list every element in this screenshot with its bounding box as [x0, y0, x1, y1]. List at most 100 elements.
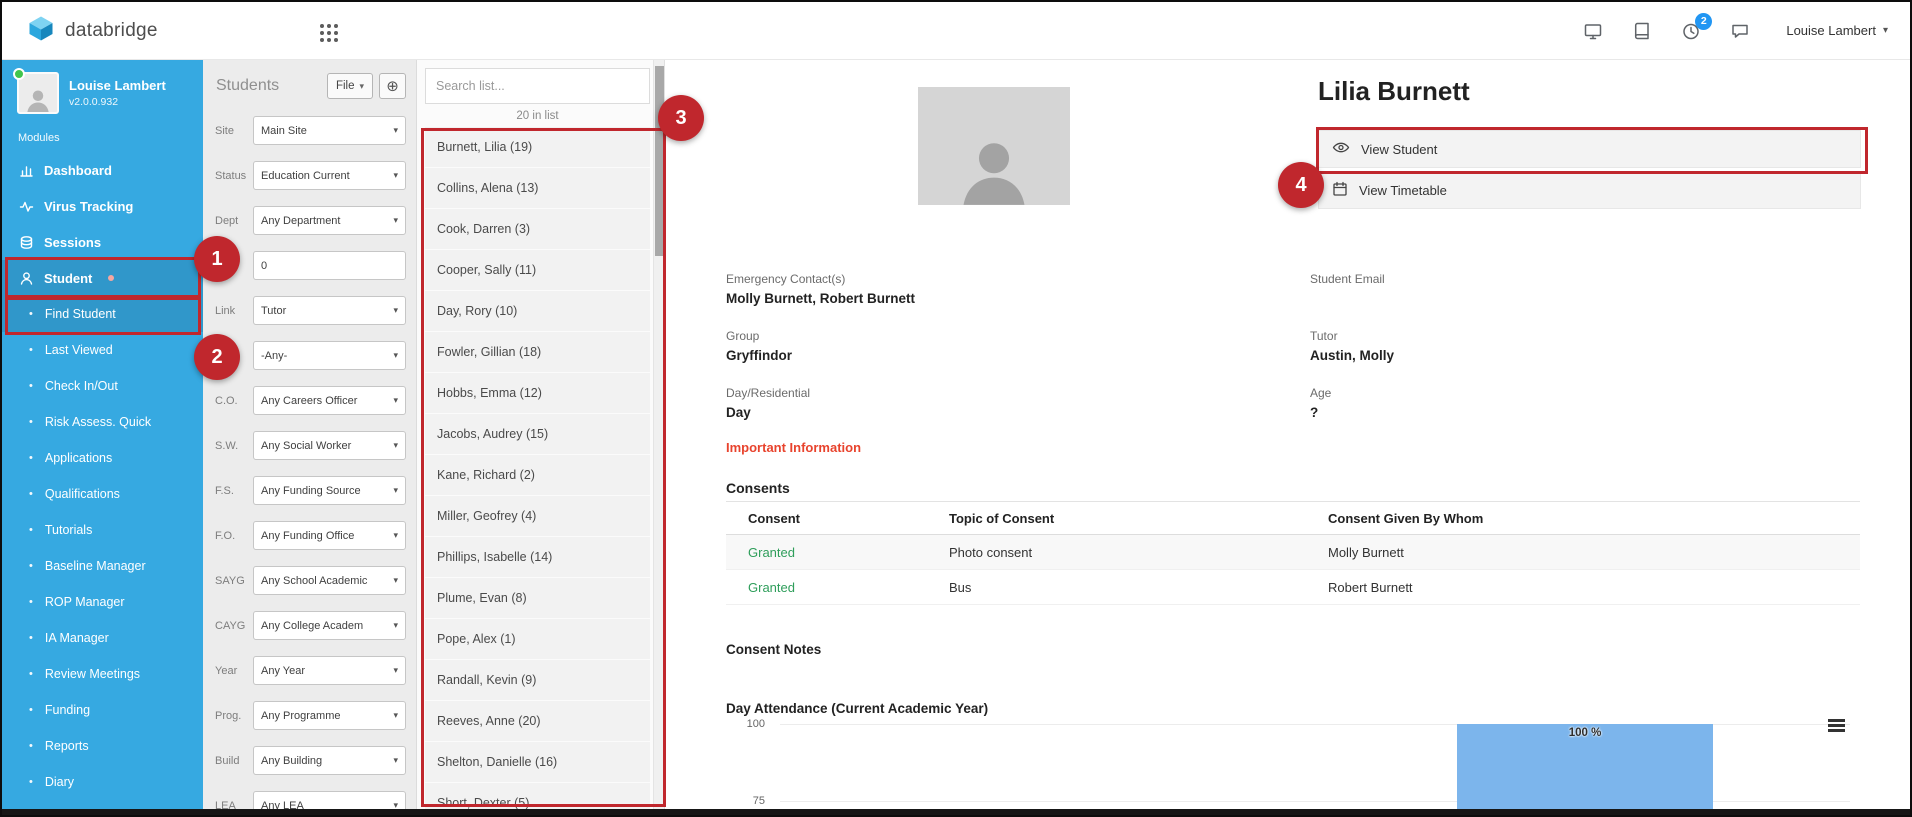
avatar[interactable] [17, 72, 59, 114]
filter-select[interactable]: Any Department ▾ [253, 206, 406, 235]
sidebar-subitem-label: Qualifications [44, 487, 120, 501]
filter-row: Build Any Building ▾ [213, 746, 406, 775]
filter-select[interactable]: -Any- ▾ [253, 341, 406, 370]
filter-label: Prog. [215, 709, 242, 722]
sidebar-subitem[interactable]: • Last Viewed [2, 332, 203, 368]
add-student-button[interactable]: ⊕ [379, 73, 406, 99]
sidebar-subitem[interactable]: • Qualifications [2, 476, 203, 512]
filter-select[interactable]: Main Site ▾ [253, 116, 406, 145]
filter-value: Any Careers Officer [261, 394, 358, 407]
student-list-item[interactable]: Collins, Alena (13) [425, 168, 650, 208]
sidebar-subitem-label: Tutorials [44, 523, 93, 537]
display-icon[interactable] [1582, 20, 1604, 42]
student-list-item[interactable]: Pope, Alex (1) [425, 619, 650, 659]
field-label: Tutor [1310, 329, 1338, 343]
filter-row: Dept Any Department ▾ [213, 206, 406, 235]
sidebar-item-sessions[interactable]: Sessions [2, 224, 203, 260]
avatar-wrap [13, 68, 59, 114]
student-list-item[interactable]: Phillips, Isabelle (14) [425, 537, 650, 577]
filter-select[interactable]: Education Current ▾ [253, 161, 406, 190]
filter-select[interactable]: Any College Academ ▾ [253, 611, 406, 640]
sidebar-subitem[interactable]: • Baseline Manager [2, 548, 203, 584]
file-menu-button[interactable]: File ▾ [326, 73, 373, 99]
filter-select[interactable]: Any Year ▾ [253, 656, 406, 685]
student-list-item[interactable]: Miller, Geofrey (4) [425, 496, 650, 536]
sidebar-item-virus-tracking[interactable]: Virus Tracking [2, 188, 203, 224]
student-list-item[interactable]: Shelton, Danielle (16) [425, 742, 650, 782]
filter-select[interactable]: Any Funding Office ▾ [253, 521, 406, 550]
student-list-item[interactable]: Day, Rory (10) [425, 291, 650, 331]
sidebar-subitem[interactable]: • Tutorials [2, 512, 203, 548]
sidebar-subitem[interactable]: • Diary [2, 764, 203, 800]
student-list-item[interactable]: Jacobs, Audrey (15) [425, 414, 650, 454]
view-timetable-button[interactable]: View Timetable [1318, 171, 1861, 209]
field-day-residential: Day/Residential Day [726, 386, 1310, 422]
sidebar-subitem[interactable]: • Risk Assess. Quick [2, 404, 203, 440]
filter-select[interactable]: Any Programme ▾ [253, 701, 406, 730]
filter-select[interactable]: Any Building ▾ [253, 746, 406, 775]
sidebar-submenu: • Find Student • Last Viewed • Check In/… [2, 296, 203, 800]
consents-table-header: Consent Topic of Consent Consent Given B… [726, 502, 1860, 535]
apps-grid-icon[interactable] [320, 24, 338, 42]
chat-icon[interactable] [1729, 20, 1751, 42]
search-input[interactable] [425, 68, 650, 104]
student-list-item[interactable]: Reeves, Anne (20) [425, 701, 650, 741]
history-clock-icon[interactable]: 2 [1680, 12, 1713, 42]
filter-select[interactable]: Any Funding Source ▾ [253, 476, 406, 505]
student-list-item[interactable]: Cook, Darren (3) [425, 209, 650, 249]
caret-down-icon: ▾ [393, 350, 398, 360]
view-student-button[interactable]: View Student [1318, 130, 1861, 168]
filter-select[interactable]: 0 ▾ [253, 251, 406, 280]
filter-value: -Any- [261, 349, 288, 362]
filter-value: Any Year [261, 664, 306, 677]
field-value: ? [1310, 405, 1319, 420]
user-menu[interactable]: Louise Lambert ▾ [1786, 23, 1888, 38]
bullet-icon: • [29, 416, 33, 428]
student-list-item[interactable]: Kane, Richard (2) [425, 455, 650, 495]
filter-select[interactable]: Any Social Worker ▾ [253, 431, 406, 460]
student-list-item[interactable]: Randall, Kevin (9) [425, 660, 650, 700]
filter-select[interactable]: Any School Academic ▾ [253, 566, 406, 595]
sidebar-subitem[interactable]: • ROP Manager [2, 584, 203, 620]
sidebar-item-student[interactable]: Student [2, 260, 203, 296]
sidebar-subitem[interactable]: • Find Student [2, 296, 203, 332]
important-information-heading: Important Information [726, 440, 862, 455]
field-age: Age ? [1310, 386, 1860, 422]
sidebar-subitem[interactable]: • Check In/Out [2, 368, 203, 404]
sidebar-subitem[interactable]: • Reports [2, 728, 203, 764]
online-status-dot [13, 68, 25, 80]
filter-label: CAYG [215, 619, 246, 632]
sidebar-subitem[interactable]: • IA Manager [2, 620, 203, 656]
sidebar-item-dashboard[interactable]: Dashboard [2, 152, 203, 188]
consent-topic: Photo consent [949, 544, 1033, 560]
sidebar-subitem[interactable]: • Applications [2, 440, 203, 476]
filter-row: Year Any Year ▾ [213, 656, 406, 685]
filter-row: SAYG Any School Academic ▾ [213, 566, 406, 595]
caret-down-icon: ▾ [393, 125, 398, 135]
student-list-item[interactable]: Fowler, Gillian (18) [425, 332, 650, 372]
bullet-icon: • [29, 308, 33, 320]
student-list-item[interactable]: Hobbs, Emma (12) [425, 373, 650, 413]
sidebar-subitem-label: Last Viewed [44, 343, 113, 357]
bullet-icon: • [29, 380, 33, 392]
databridge-logo-icon [28, 15, 54, 46]
scrollbar-thumb[interactable] [655, 66, 664, 256]
caret-down-icon: ▾ [393, 170, 398, 180]
filter-row: 0 ▾ [213, 251, 406, 280]
student-list-item[interactable]: Cooper, Sally (11) [425, 250, 650, 290]
student-list-item[interactable]: Plume, Evan (8) [425, 578, 650, 618]
filter-label: Year [215, 664, 238, 677]
filter-label: Build [215, 754, 240, 767]
filter-select[interactable]: Any Careers Officer ▾ [253, 386, 406, 415]
chart-menu-icon[interactable] [1828, 719, 1845, 734]
sidebar-subitem[interactable]: • Funding [2, 692, 203, 728]
bullet-icon: • [29, 776, 33, 788]
manual-book-icon[interactable] [1631, 20, 1653, 42]
sidebar-subitem-label: Reports [44, 739, 89, 753]
brand[interactable]: databridge [2, 15, 158, 46]
sidebar-subitem[interactable]: • Review Meetings [2, 656, 203, 692]
student-list-item[interactable]: Burnett, Lilia (19) [425, 127, 650, 167]
filter-select[interactable]: Tutor ▾ [253, 296, 406, 325]
list-scrollbar[interactable] [653, 60, 664, 815]
student-detail-content: Lilia Burnett View Student View Timetabl… [665, 60, 1910, 815]
